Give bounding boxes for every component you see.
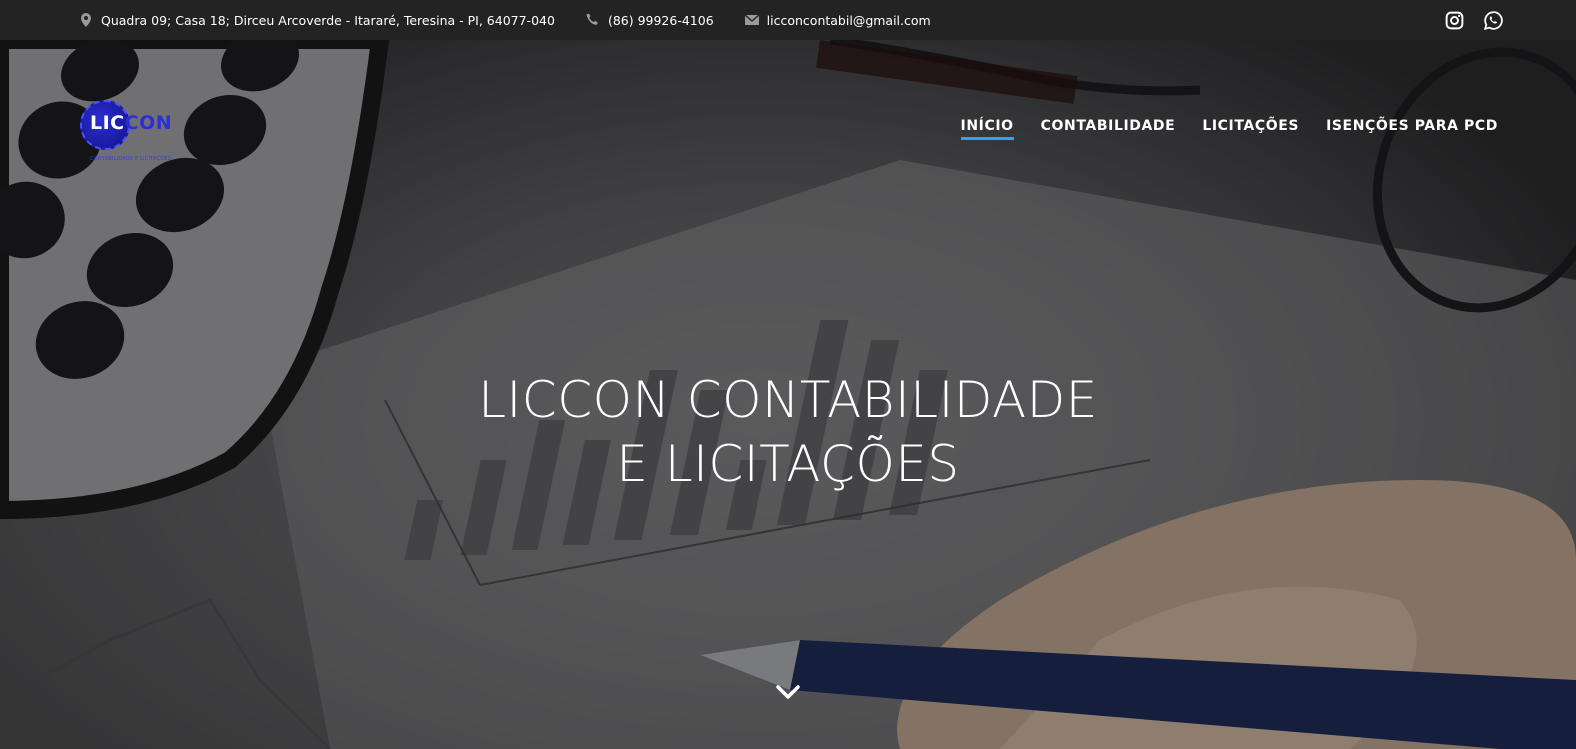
nav-item-contabilidade[interactable]: CONTABILIDADE	[1041, 118, 1176, 140]
site-logo[interactable]: LICCON CONTABILIDADE E LICITAÇÕES	[78, 98, 193, 170]
hero-headline-line2: E LICITAÇÕES	[616, 435, 960, 493]
logo-text: LICCON	[90, 112, 172, 134]
logo-text-con: CON	[124, 112, 173, 134]
phone-icon	[585, 12, 601, 28]
phone-text[interactable]: (86) 99926-4106	[608, 13, 714, 28]
hero-headline-line1: LICCON CONTABILIDADE	[478, 371, 1098, 429]
hero-section: LICCON CONTABILIDADE E LICITAÇÕES INÍCIO…	[0, 40, 1576, 749]
hero-headline: LICCON CONTABILIDADE E LICITAÇÕES	[0, 368, 1576, 496]
address-contact: Quadra 09; Casa 18; Dirceu Arcoverde - I…	[78, 12, 555, 28]
email-contact[interactable]: licconcontabil@gmail.com	[744, 12, 931, 28]
address-text: Quadra 09; Casa 18; Dirceu Arcoverde - I…	[101, 12, 555, 28]
instagram-icon[interactable]	[1444, 10, 1465, 31]
nav-item-isencoes-pcd[interactable]: ISENÇÕES PARA PCD	[1326, 118, 1498, 140]
main-nav: INÍCIO CONTABILIDADE LICITAÇÕES ISENÇÕES…	[960, 118, 1498, 140]
envelope-icon	[744, 12, 760, 28]
nav-item-inicio[interactable]: INÍCIO	[960, 118, 1014, 140]
phone-contact[interactable]: (86) 99926-4106	[585, 12, 714, 28]
email-text[interactable]: licconcontabil@gmail.com	[767, 13, 931, 28]
nav-item-licitacoes[interactable]: LICITAÇÕES	[1202, 118, 1299, 140]
top-bar: Quadra 09; Casa 18; Dirceu Arcoverde - I…	[0, 0, 1576, 40]
map-pin-icon	[78, 12, 94, 28]
logo-text-lic: LIC	[90, 112, 125, 134]
chevron-down-icon[interactable]	[774, 682, 802, 702]
whatsapp-icon[interactable]	[1483, 10, 1504, 31]
social-links	[1444, 10, 1504, 31]
logo-subtitle: CONTABILIDADE E LICITAÇÕES	[90, 156, 172, 162]
